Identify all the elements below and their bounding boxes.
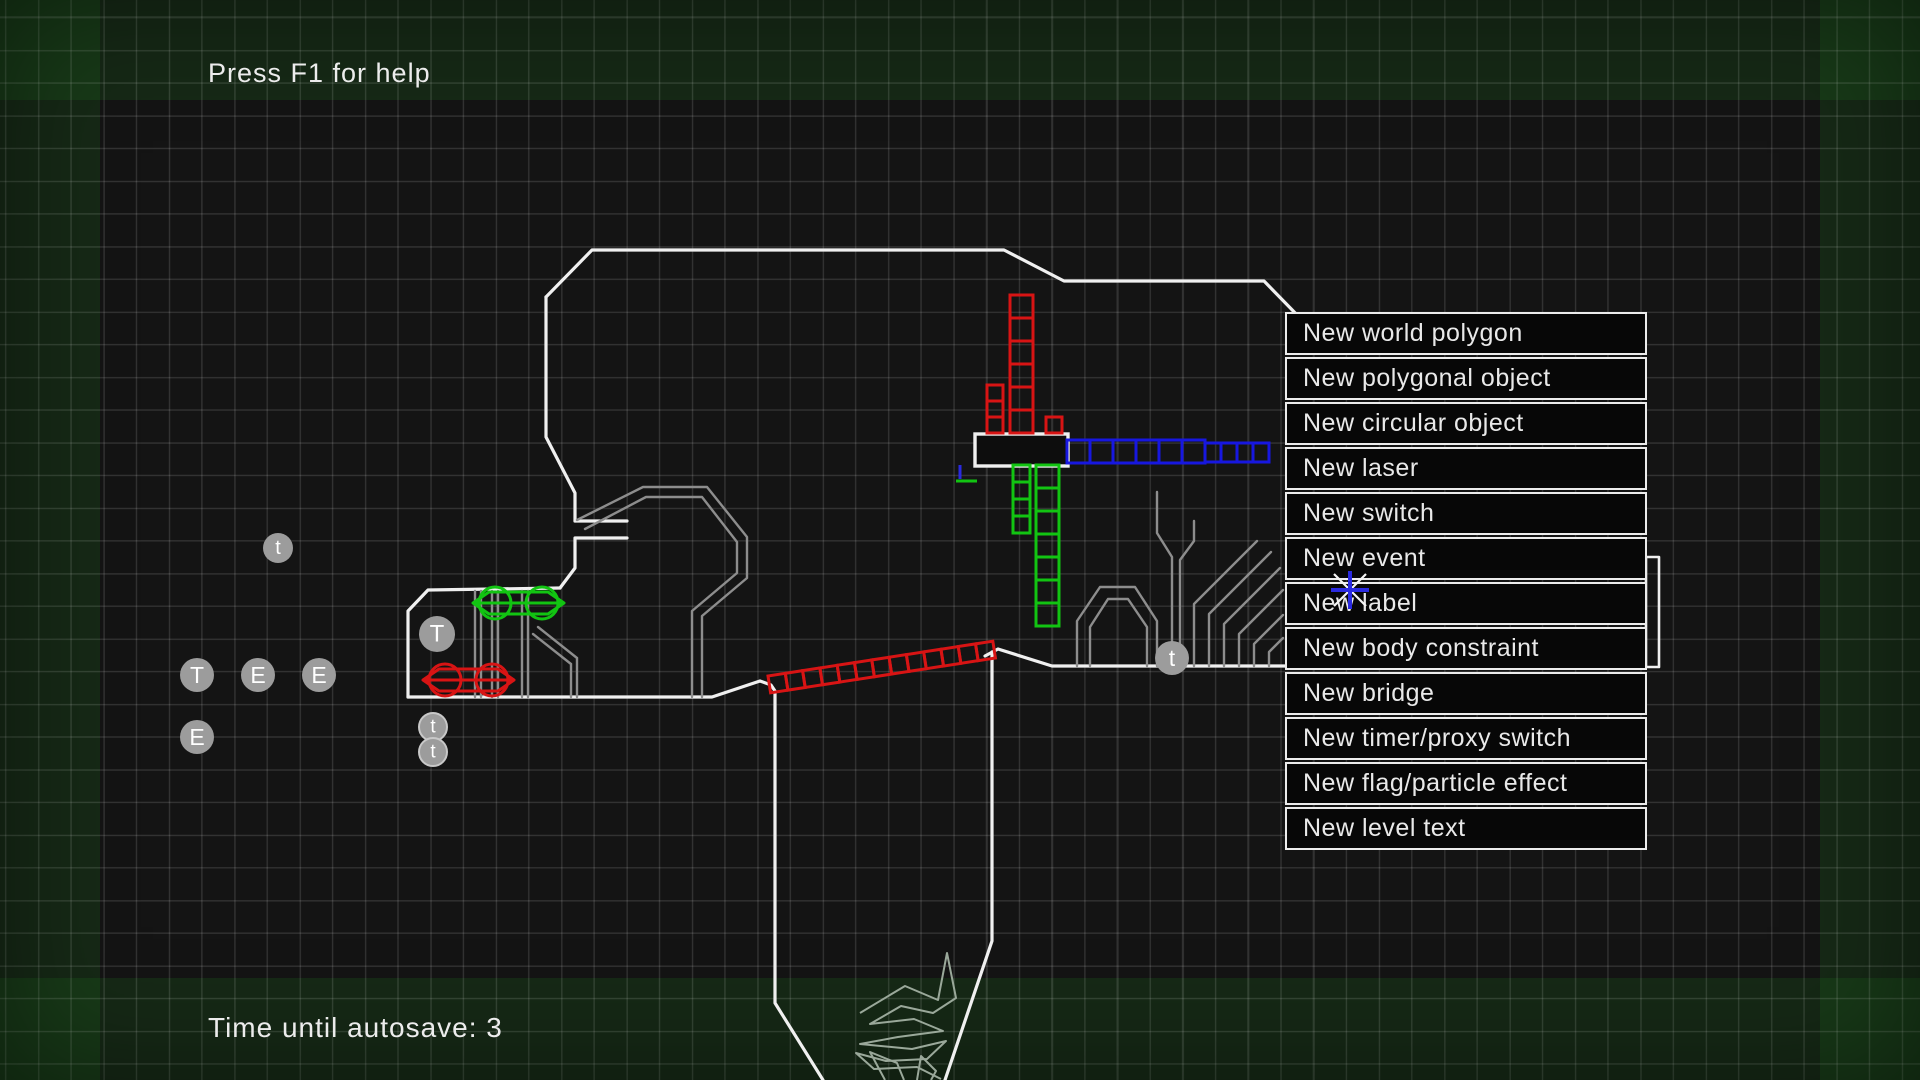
gray-branch — [1157, 492, 1194, 666]
marker-letter: E — [311, 662, 326, 688]
menu-item-new-circular-object[interactable]: New circular object — [1285, 402, 1647, 445]
block-cell[interactable] — [1136, 440, 1159, 463]
editor-canvas[interactable]: tTEEETttt New world polygonNew polygonal… — [0, 0, 1920, 1080]
marker-letter: T — [190, 662, 204, 688]
block-cell[interactable] — [1010, 341, 1033, 364]
gray-root-fan — [1194, 541, 1283, 666]
block-cell[interactable] — [1010, 410, 1033, 433]
level-outline-floor-right — [985, 649, 1286, 666]
block-cell[interactable] — [1067, 440, 1090, 463]
marker-E-4[interactable]: E — [180, 720, 214, 754]
block-cell[interactable] — [1090, 440, 1113, 463]
pit-scribble — [856, 953, 956, 1079]
block-cell[interactable] — [987, 417, 1003, 433]
block-cell[interactable] — [1113, 440, 1136, 463]
help-hint-text: Press F1 for help — [208, 58, 431, 89]
block-cell[interactable] — [1013, 516, 1030, 533]
block-cell[interactable] — [1036, 465, 1059, 488]
menu-item-new-flag-particle-effect[interactable]: New flag/particle effect — [1285, 762, 1647, 805]
block-cell[interactable] — [1013, 482, 1030, 499]
marker-letter: t — [275, 537, 281, 559]
block-cell[interactable] — [1036, 534, 1059, 557]
menu-item-new-polygonal-object[interactable]: New polygonal object — [1285, 357, 1647, 400]
block-group-blue-small[interactable] — [1205, 443, 1269, 462]
block-group-red-bridge[interactable] — [768, 641, 995, 693]
level-outline-pit-right — [945, 652, 992, 1080]
block-cell[interactable] — [1221, 443, 1237, 462]
menu-item-new-event[interactable]: New event — [1285, 537, 1647, 580]
block-cell[interactable] — [1036, 488, 1059, 511]
block-cell[interactable] — [1036, 557, 1059, 580]
menu-item-new-world-polygon[interactable]: New world polygon — [1285, 312, 1647, 355]
block-cell[interactable] — [1046, 417, 1062, 433]
block-cell[interactable] — [1010, 318, 1033, 341]
marker-letter: E — [189, 724, 204, 750]
switch-pair-1[interactable] — [423, 664, 514, 696]
marker-t-8[interactable]: t — [1155, 641, 1189, 675]
context-menu: New world polygonNew polygonal objectNew… — [1285, 312, 1647, 852]
marker-letter: T — [430, 621, 445, 648]
marker-E-2[interactable]: E — [241, 658, 275, 692]
switch-pair-0[interactable] — [473, 587, 564, 619]
menu-item-new-bridge[interactable]: New bridge — [1285, 672, 1647, 715]
block-cell[interactable] — [1159, 440, 1182, 463]
level-bracket — [1646, 557, 1659, 667]
menu-item-new-laser[interactable]: New laser — [1285, 447, 1647, 490]
marker-t-7[interactable]: t — [419, 738, 447, 766]
marker-t-6[interactable]: t — [419, 713, 447, 741]
block-cell[interactable] — [1182, 440, 1205, 463]
marker-letter: t — [1169, 645, 1176, 671]
switch-band — [423, 669, 514, 691]
marker-T-5[interactable]: T — [419, 616, 455, 652]
block-cell[interactable] — [1010, 295, 1033, 318]
block-group-red-tower[interactable] — [1010, 295, 1033, 433]
marker-letter: t — [430, 717, 436, 738]
marker-letter: t — [430, 742, 436, 763]
level-outline-notch — [560, 521, 627, 588]
block-cell[interactable] — [1036, 580, 1059, 603]
menu-item-new-level-text[interactable]: New level text — [1285, 807, 1647, 850]
platform-bar[interactable] — [975, 434, 1068, 466]
block-group-red-single[interactable] — [1046, 417, 1062, 433]
block-group-blue-large[interactable] — [1067, 440, 1205, 463]
level-outline-top — [546, 250, 1302, 320]
menu-item-new-label[interactable]: New label — [1285, 582, 1647, 625]
block-cell[interactable] — [1237, 443, 1253, 462]
gray-diagonal-struts — [533, 627, 577, 697]
pit-scribble-2 — [870, 1052, 936, 1080]
block-group-red-side[interactable] — [987, 385, 1003, 433]
block-cell[interactable] — [987, 401, 1003, 417]
gray-island-inner — [585, 497, 737, 697]
menu-item-new-body-constraint[interactable]: New body constraint — [1285, 627, 1647, 670]
block-cell[interactable] — [1013, 499, 1030, 516]
block-group-green-wide[interactable] — [1036, 465, 1059, 626]
block-cell[interactable] — [987, 385, 1003, 401]
marker-letter: E — [250, 662, 265, 688]
menu-item-new-switch[interactable]: New switch — [1285, 492, 1647, 535]
level-outline-left-wall — [546, 297, 575, 521]
marker-T-1[interactable]: T — [180, 658, 214, 692]
block-cell[interactable] — [1010, 387, 1033, 410]
block-cell[interactable] — [1036, 511, 1059, 534]
block-group-green-narrow[interactable] — [1013, 465, 1030, 533]
menu-item-new-timer-proxy-switch[interactable]: New timer/proxy switch — [1285, 717, 1647, 760]
gray-arches — [1077, 587, 1157, 666]
block-cell[interactable] — [1205, 443, 1221, 462]
marker-E-3[interactable]: E — [302, 658, 336, 692]
block-cell[interactable] — [1036, 603, 1059, 626]
switch-band — [473, 592, 564, 614]
block-cell[interactable] — [1253, 443, 1269, 462]
autosave-timer-text: Time until autosave: 3 — [208, 1012, 503, 1044]
block-cell[interactable] — [1010, 364, 1033, 387]
marker-t-0[interactable]: t — [263, 533, 293, 563]
markers-layer: tTEEETttt — [180, 533, 1189, 766]
